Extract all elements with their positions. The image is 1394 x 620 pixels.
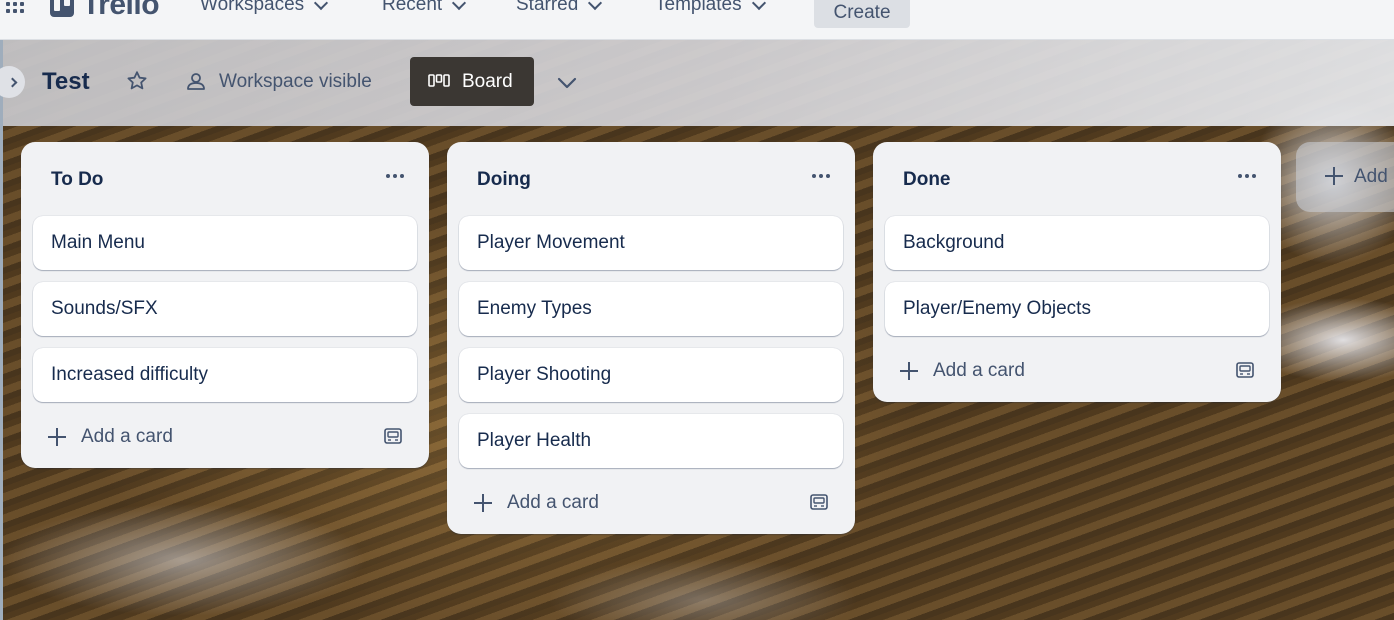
board-view-icon bbox=[428, 73, 450, 87]
card[interactable]: Player Shooting bbox=[459, 348, 843, 402]
visibility-label: Workspace visible bbox=[219, 71, 372, 92]
list-doing: Doing Player Movement Enemy Types Player… bbox=[447, 142, 855, 534]
nav-recent-label: Recent bbox=[382, 0, 443, 15]
card-template-icon[interactable] bbox=[383, 426, 403, 446]
card-template-icon[interactable] bbox=[1235, 360, 1255, 380]
plus-icon bbox=[899, 361, 919, 381]
card[interactable]: Player/Enemy Objects bbox=[885, 282, 1269, 336]
nav-recent[interactable]: Recent bbox=[382, 0, 467, 16]
list-title[interactable]: To Do bbox=[51, 169, 103, 191]
chevron-down-icon bbox=[751, 0, 766, 11]
add-card-button[interactable]: Add a card bbox=[899, 360, 1025, 382]
people-icon bbox=[187, 73, 205, 90]
trello-logo[interactable]: Trello bbox=[50, 0, 160, 21]
card[interactable]: Player Movement bbox=[459, 216, 843, 270]
card[interactable]: Background bbox=[885, 216, 1269, 270]
create-button[interactable]: Create bbox=[814, 0, 910, 28]
nav-workspaces-label: Workspaces bbox=[200, 0, 305, 15]
list-menu-icon[interactable] bbox=[383, 164, 407, 188]
sidebar-edge bbox=[0, 40, 3, 620]
chevron-down-icon[interactable] bbox=[555, 71, 579, 95]
chevron-down-icon bbox=[452, 0, 467, 11]
list-menu-icon[interactable] bbox=[1235, 164, 1259, 188]
add-card-button[interactable]: Add a card bbox=[473, 492, 599, 514]
list-done: Done Background Player/Enemy Objects Add… bbox=[873, 142, 1281, 402]
app-switcher-icon[interactable] bbox=[4, 0, 28, 16]
star-icon[interactable] bbox=[125, 69, 149, 93]
card[interactable]: Increased difficulty bbox=[33, 348, 417, 402]
add-card-label: Add a card bbox=[933, 360, 1025, 381]
list-title[interactable]: Doing bbox=[477, 169, 531, 191]
board-title[interactable]: Test bbox=[42, 68, 90, 96]
list-title[interactable]: Done bbox=[903, 169, 951, 191]
list-menu-icon[interactable] bbox=[809, 164, 833, 188]
chevron-down-icon bbox=[314, 0, 329, 11]
plus-icon bbox=[1324, 166, 1344, 186]
board-header: Test Workspace visible Board bbox=[0, 40, 1394, 126]
nav-templates[interactable]: Templates bbox=[655, 0, 766, 16]
add-card-button[interactable]: Add a card bbox=[47, 426, 173, 448]
card-template-icon[interactable] bbox=[809, 492, 829, 512]
nav-starred-label: Starred bbox=[516, 0, 579, 15]
nav-starred[interactable]: Starred bbox=[516, 0, 603, 16]
card[interactable]: Player Health bbox=[459, 414, 843, 468]
add-list-button[interactable]: Add bbox=[1296, 142, 1394, 212]
nav-templates-label: Templates bbox=[655, 0, 742, 15]
nav-workspaces[interactable]: Workspaces bbox=[200, 0, 329, 16]
trello-logo-icon bbox=[50, 0, 74, 17]
board-view-label: Board bbox=[462, 70, 513, 92]
card[interactable]: Enemy Types bbox=[459, 282, 843, 336]
add-card-label: Add a card bbox=[81, 426, 173, 447]
add-list-label: Add bbox=[1354, 166, 1388, 187]
logo-text: Trello bbox=[82, 0, 160, 21]
chevron-right-icon bbox=[7, 77, 18, 87]
expand-sidebar-button[interactable] bbox=[0, 66, 25, 98]
card[interactable]: Main Menu bbox=[33, 216, 417, 270]
plus-icon bbox=[473, 493, 493, 513]
board-view-button[interactable]: Board bbox=[410, 57, 534, 106]
top-navigation-bar: Trello Workspaces Recent Starred Templat… bbox=[0, 0, 1394, 40]
list-to-do: To Do Main Menu Sounds/SFX Increased dif… bbox=[21, 142, 429, 468]
chevron-down-icon bbox=[588, 0, 603, 11]
visibility-button[interactable]: Workspace visible bbox=[185, 71, 372, 93]
card[interactable]: Sounds/SFX bbox=[33, 282, 417, 336]
plus-icon bbox=[47, 427, 67, 447]
add-card-label: Add a card bbox=[507, 492, 599, 513]
